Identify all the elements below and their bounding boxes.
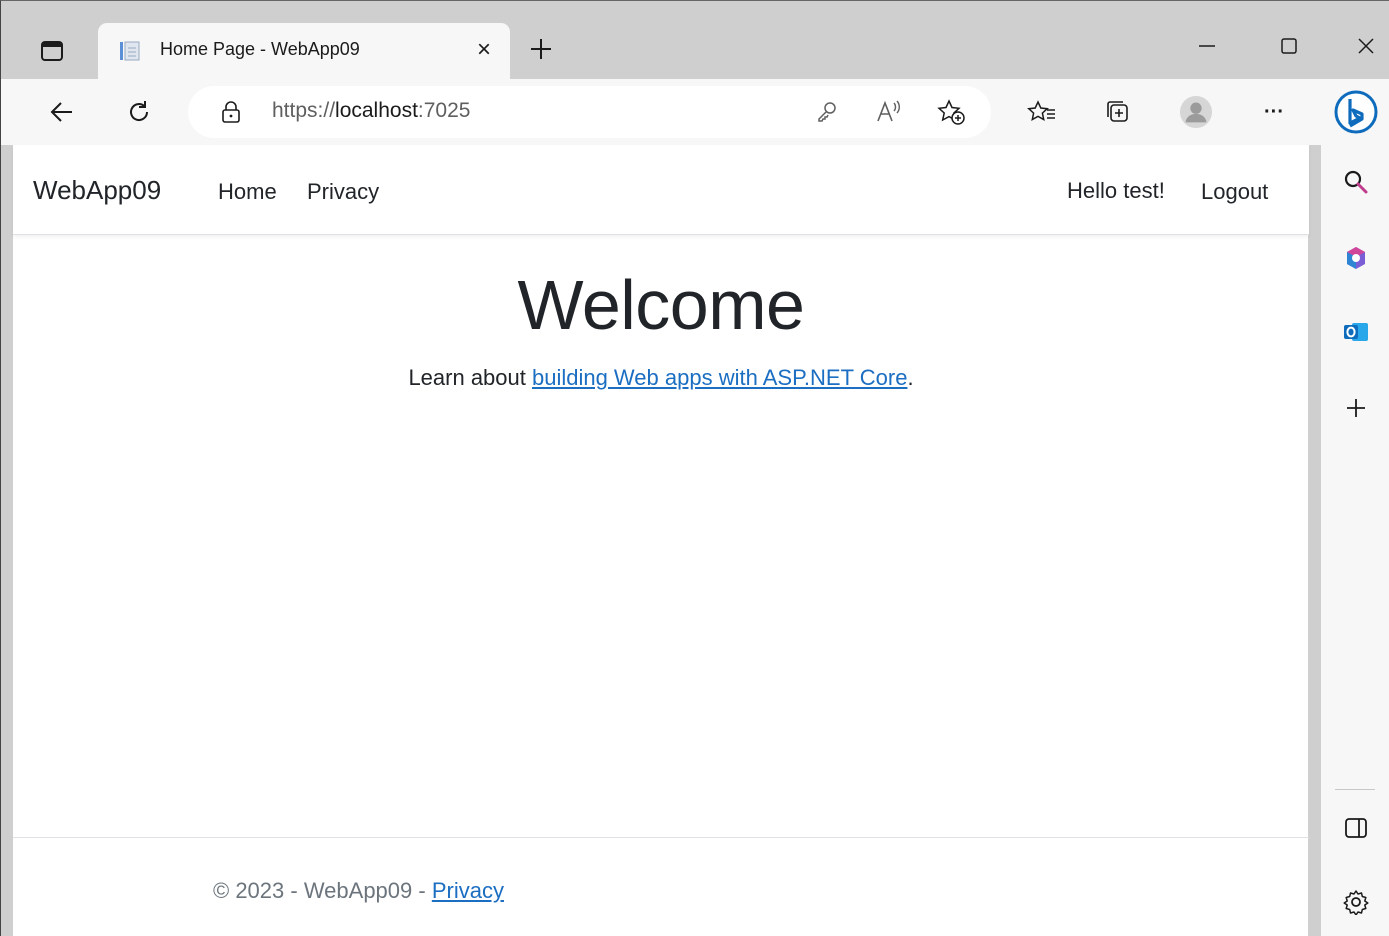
address-bar[interactable]: https://localhost:7025 <box>188 86 991 138</box>
site-footer: © 2023 - WebApp09 - Privacy <box>13 837 1309 936</box>
add-tab-icon <box>531 39 551 59</box>
logout-button[interactable]: Logout <box>1201 179 1268 205</box>
profile-avatar-icon[interactable] <box>1179 95 1213 129</box>
office-icon[interactable] <box>1339 241 1373 275</box>
page-viewport: WebApp09 Home Privacy Hello test! Logout… <box>13 145 1309 936</box>
site-brand[interactable]: WebApp09 <box>33 175 161 206</box>
back-arrow-icon[interactable] <box>45 95 79 129</box>
outlook-icon[interactable] <box>1339 315 1373 349</box>
lock-icon[interactable] <box>220 100 242 124</box>
bing-copilot-icon[interactable] <box>1333 89 1379 135</box>
tab-close-icon[interactable]: × <box>470 36 498 64</box>
refresh-icon[interactable] <box>122 95 156 129</box>
footer-copyright: © 2023 - WebApp09 - <box>213 878 432 903</box>
search-icon[interactable] <box>1339 165 1373 199</box>
footer-privacy-link[interactable]: Privacy <box>432 878 504 903</box>
user-greeting[interactable]: Hello test! <box>1067 178 1165 204</box>
browser-toolbar: https://localhost:7025 ··· <box>1 79 1321 145</box>
new-tab-button[interactable] <box>525 33 557 65</box>
read-aloud-icon[interactable] <box>874 97 904 127</box>
key-icon[interactable] <box>812 97 842 127</box>
maximize-icon[interactable] <box>1269 31 1309 61</box>
aspnet-docs-link[interactable]: building Web apps with ASP.NET Core <box>532 365 907 390</box>
close-window-icon[interactable] <box>1346 31 1386 61</box>
active-tab[interactable]: Home Page - WebApp09 × <box>98 23 510 79</box>
add-favorite-icon[interactable] <box>936 97 966 127</box>
intro-text: Learn about building Web apps with ASP.N… <box>13 365 1309 391</box>
footer-text: © 2023 - WebApp09 - Privacy <box>213 878 504 904</box>
browser-window: Home Page - WebApp09 × https://localhost <box>0 0 1389 936</box>
collections-icon[interactable] <box>1101 95 1135 129</box>
add-icon[interactable] <box>1339 391 1373 425</box>
intro-prefix: Learn about <box>408 365 532 390</box>
favorites-icon[interactable] <box>1025 95 1059 129</box>
intro-suffix: . <box>907 365 914 390</box>
settings-icon[interactable] <box>1339 885 1373 919</box>
tab-title: Home Page - WebApp09 <box>160 39 360 59</box>
site-navbar: WebApp09 Home Privacy Hello test! Logout <box>13 145 1309 235</box>
sidebar-divider <box>1335 789 1375 790</box>
more-icon[interactable]: ··· <box>1257 95 1291 129</box>
url-port: :7025 <box>417 99 471 122</box>
sidebar-toggle-icon[interactable] <box>1339 811 1373 845</box>
url-host: localhost <box>335 99 418 122</box>
page-title: Welcome <box>517 266 805 344</box>
tab-actions-icon[interactable] <box>37 37 67 65</box>
tab-bar: Home Page - WebApp09 × <box>1 1 1389 79</box>
minimize-icon[interactable] <box>1187 31 1227 61</box>
url-text[interactable]: https://localhost:7025 <box>272 99 470 123</box>
document-icon <box>118 39 142 63</box>
nav-link-home[interactable]: Home <box>218 179 277 205</box>
nav-link-privacy[interactable]: Privacy <box>307 179 379 205</box>
url-scheme: https:// <box>272 99 336 122</box>
edge-sidebar <box>1321 79 1389 936</box>
